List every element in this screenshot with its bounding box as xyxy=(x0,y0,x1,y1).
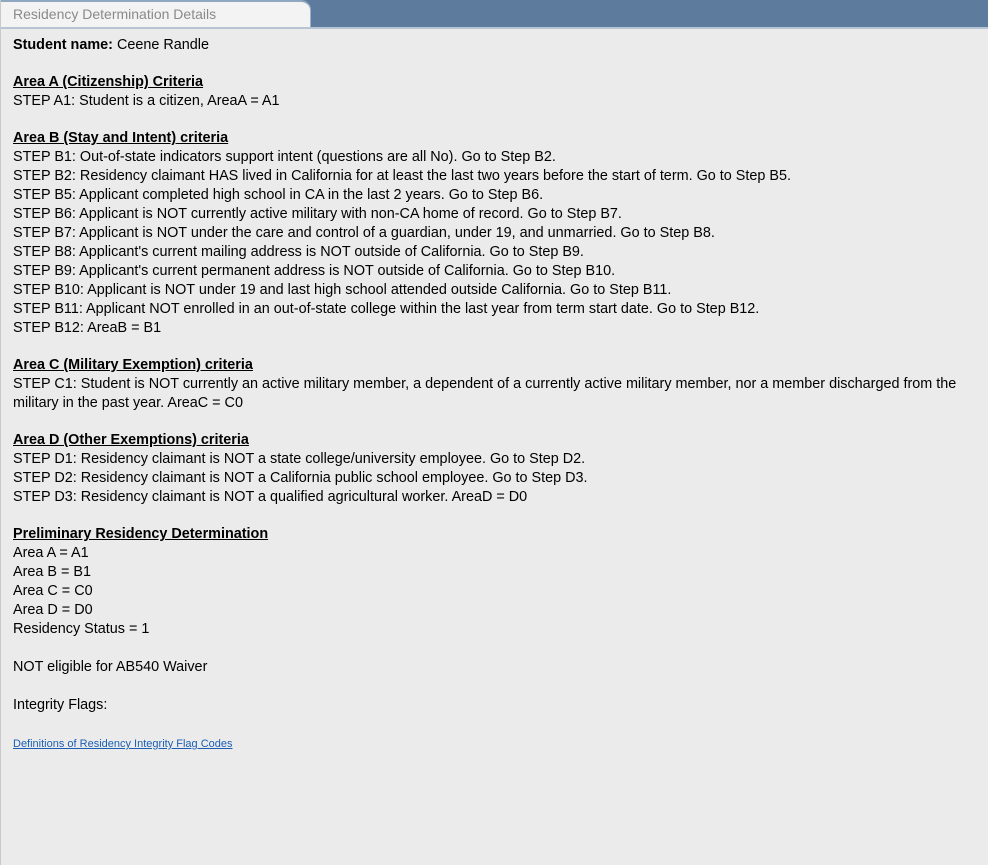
step-d3: STEP D3: Residency claimant is NOT a qua… xyxy=(13,489,528,505)
tab-residency-determination-details[interactable]: Residency Determination Details xyxy=(1,0,311,27)
step-b5: STEP B5: Applicant completed high school… xyxy=(13,187,544,203)
preliminary-section: Preliminary Residency Determination Area… xyxy=(13,525,980,639)
step-b10: STEP B10: Applicant is NOT under 19 and … xyxy=(13,282,672,298)
area-c-title: Area C (Military Exemption) criteria xyxy=(13,357,253,373)
student-name-value: Ceene Randle xyxy=(116,37,209,53)
integrity-flags-label: Integrity Flags: xyxy=(13,697,108,713)
step-b7: STEP B7: Applicant is NOT under the care… xyxy=(13,225,715,241)
step-c1: STEP C1: Student is NOT currently an act… xyxy=(13,376,957,411)
waiver-eligibility-text: NOT eligible for AB540 Waiver xyxy=(13,659,208,675)
tab-bar: Residency Determination Details xyxy=(1,0,988,27)
step-b1: STEP B1: Out-of-state indicators support… xyxy=(13,149,556,165)
residency-panel: Residency Determination Details Student … xyxy=(0,0,988,865)
step-b6: STEP B6: Applicant is NOT currently acti… xyxy=(13,206,622,222)
area-b-section: Area B (Stay and Intent) criteria STEP B… xyxy=(13,129,980,338)
definitions-link-row: Definitions of Residency Integrity Flag … xyxy=(13,734,980,754)
step-b11: STEP B11: Applicant NOT enrolled in an o… xyxy=(13,301,760,317)
area-b-title: Area B (Stay and Intent) criteria xyxy=(13,130,229,146)
student-name-label: Student name: xyxy=(13,37,113,53)
step-b9: STEP B9: Applicant's current permanent a… xyxy=(13,263,616,279)
area-c-section: Area C (Military Exemption) criteria STE… xyxy=(13,356,980,413)
step-b12: STEP B12: AreaB = B1 xyxy=(13,320,162,336)
area-d-title: Area D (Other Exemptions) criteria xyxy=(13,432,249,448)
area-d-section: Area D (Other Exemptions) criteria STEP … xyxy=(13,431,980,507)
preliminary-title: Preliminary Residency Determination xyxy=(13,526,269,542)
prelim-area-a: Area A = A1 xyxy=(13,545,89,561)
step-b2: STEP B2: Residency claimant HAS lived in… xyxy=(13,168,791,184)
residency-status: Residency Status = 1 xyxy=(13,621,150,637)
student-name-row: Student name: Ceene Randle xyxy=(13,36,980,55)
step-b8: STEP B8: Applicant's current mailing add… xyxy=(13,244,584,260)
prelim-area-b: Area B = B1 xyxy=(13,564,91,580)
area-a-section: Area A (Citizenship) Criteria STEP A1: S… xyxy=(13,73,980,111)
prelim-area-d: Area D = D0 xyxy=(13,602,93,618)
step-d1: STEP D1: Residency claimant is NOT a sta… xyxy=(13,451,586,467)
step-d2: STEP D2: Residency claimant is NOT a Cal… xyxy=(13,470,588,486)
area-a-title: Area A (Citizenship) Criteria xyxy=(13,74,204,90)
details-content: Student name: Ceene Randle Area A (Citiz… xyxy=(13,36,980,754)
definitions-residency-integrity-flag-codes-link[interactable]: Definitions of Residency Integrity Flag … xyxy=(13,738,233,750)
prelim-area-c: Area C = C0 xyxy=(13,583,93,599)
tab-underline xyxy=(1,27,988,29)
step-a1: STEP A1: Student is a citizen, AreaA = A… xyxy=(13,93,280,109)
